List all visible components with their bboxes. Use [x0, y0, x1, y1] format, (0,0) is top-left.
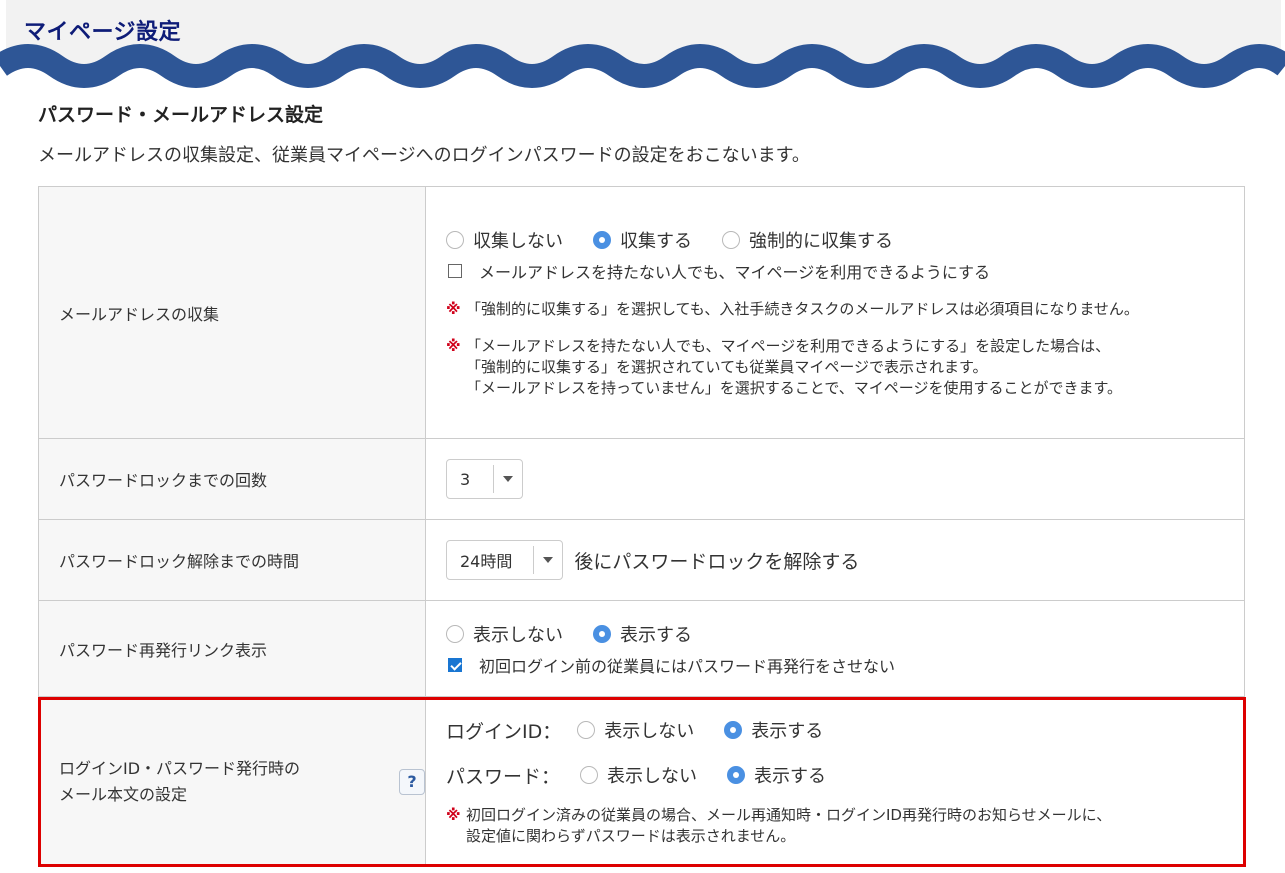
radio-circle[interactable]	[446, 624, 464, 643]
note-mark: ※	[446, 299, 461, 318]
row-label: パスワード再発行リンク表示	[38, 600, 426, 697]
radio-circle[interactable]	[446, 230, 464, 249]
radio-circle-selected[interactable]	[593, 230, 611, 249]
note-line: 設定値に関わらずパスワードは表示されません。	[466, 826, 796, 845]
select-value: 3	[460, 469, 471, 489]
label-line: メール本文の設定	[59, 784, 188, 804]
radio-collect[interactable]: 収集する	[593, 227, 692, 253]
row-login-mail-settings: ログインID・パスワード発行時の メール本文の設定 ? ログインID： 表示しな…	[38, 696, 1245, 867]
note-mark: ※	[446, 805, 461, 824]
radio-collect-forced[interactable]: 強制的に収集する	[722, 227, 893, 253]
radio-reissue-hide[interactable]: 表示しない	[446, 621, 563, 647]
section-title: パスワード・メールアドレス設定	[38, 104, 324, 126]
radio-circle[interactable]	[722, 230, 740, 249]
radio-collect-none[interactable]: 収集しない	[446, 227, 563, 253]
radio-label: 表示しない	[604, 721, 695, 742]
row-label: メールアドレスの収集	[38, 186, 426, 439]
chevron-down-icon[interactable]	[494, 460, 522, 498]
note-forced-collection: ※ 「強制的に収集する」を選択しても、入社手続きタスクのメールアドレスは必須項目…	[446, 299, 1214, 320]
select-value: 24時間	[460, 552, 513, 571]
row-email-collection: メールアドレスの収集 収集しない 収集する 強制的に収集する メールアドレスを持	[38, 186, 1245, 439]
checkbox-box-checked[interactable]	[448, 657, 462, 672]
note-text: 「メールアドレスを持たない人でも、マイページを利用できるようにする」を設定した場…	[466, 336, 1214, 399]
radio-label: 収集しない	[473, 230, 563, 252]
lock-count-select[interactable]: 3	[446, 459, 523, 499]
checkbox-label: 初回ログイン前の従業員にはパスワード再発行をさせない	[479, 656, 896, 676]
radio-circle-selected[interactable]	[593, 624, 611, 643]
section-description: メールアドレスの収集設定、従業員マイページへのログインパスワードの設定をおこない…	[38, 145, 810, 166]
note-mark: ※	[446, 336, 461, 355]
checkbox-allow-no-email[interactable]: メールアドレスを持たない人でも、マイページを利用できるようにする	[448, 259, 1214, 283]
row-value: ログインID： 表示しない 表示する パスワード： 表示しない 表示する ※ 初…	[425, 696, 1245, 867]
row-value: 収集しない 収集する 強制的に収集する メールアドレスを持たない人でも、マイペー…	[425, 186, 1245, 439]
wave-decoration	[0, 44, 1285, 88]
note-password-hidden: ※ 初回ログイン済みの従業員の場合、メール再通知時・ログインID再発行時のお知ら…	[446, 805, 1214, 847]
radio-reissue-show[interactable]: 表示する	[593, 621, 692, 647]
row-label-cell: ログインID・パスワード発行時の メール本文の設定 ?	[38, 696, 426, 867]
note-no-email: ※ 「メールアドレスを持たない人でも、マイページを利用できるようにする」を設定し…	[446, 336, 1214, 399]
radio-login-id-hide[interactable]: 表示しない	[577, 717, 694, 743]
label-line: ログインID・パスワード発行時の	[59, 758, 301, 778]
row-lock-time: パスワードロック解除までの時間 24時間 後にパスワードロックを解除する	[38, 519, 1245, 601]
row-label: ログインID・パスワード発行時の メール本文の設定	[59, 756, 377, 808]
radio-login-id-show[interactable]: 表示する	[724, 717, 823, 743]
row-label: パスワードロックまでの回数	[38, 438, 426, 520]
row-value: 表示しない 表示する 初回ログイン前の従業員にはパスワード再発行をさせない	[425, 600, 1245, 697]
checkbox-label: メールアドレスを持たない人でも、マイページを利用できるようにする	[479, 262, 991, 282]
row-value: 24時間 後にパスワードロックを解除する	[425, 519, 1245, 601]
row-value: 3	[425, 438, 1245, 520]
radio-label: 表示する	[754, 766, 826, 787]
radio-label: 表示しない	[607, 766, 697, 787]
chevron-down-icon[interactable]	[534, 541, 562, 579]
row-reissue-link: パスワード再発行リンク表示 表示しない 表示する 初回ログイン前の従業員にはパス…	[38, 600, 1245, 697]
radio-label: 表示しない	[473, 624, 563, 646]
radio-label: 強制的に収集する	[749, 230, 893, 252]
radio-circle[interactable]	[577, 721, 596, 739]
note-line: 初回ログイン済みの従業員の場合、メール再通知時・ログインID再発行時のお知らせメ…	[466, 805, 1112, 824]
checkbox-no-reissue-before-login[interactable]: 初回ログイン前の従業員にはパスワード再発行をさせない	[448, 653, 1214, 677]
reissue-radio-group: 表示しない 表示する	[446, 621, 1214, 647]
radio-label: 収集する	[620, 230, 692, 252]
radio-label: 表示する	[620, 624, 692, 646]
note-line: 「メールアドレスを持たない人でも、マイページを利用できるようにする」を設定した場…	[466, 336, 1111, 355]
password-label: パスワード：	[446, 765, 561, 788]
row-label-wrap: ログインID・パスワード発行時の メール本文の設定 ?	[59, 756, 425, 808]
radio-password-hide[interactable]: 表示しない	[580, 762, 697, 788]
lock-time-suffix: 後にパスワードロックを解除する	[574, 550, 860, 573]
note-text: 「強制的に収集する」を選択しても、入社手続きタスクのメールアドレスは必須項目にな…	[466, 299, 1139, 318]
radio-circle[interactable]	[580, 766, 598, 784]
checkbox-box[interactable]	[448, 263, 462, 278]
login-id-label: ログインID：	[446, 720, 562, 743]
radio-circle-selected[interactable]	[724, 721, 743, 739]
settings-table: メールアドレスの収集 収集しない 収集する 強制的に収集する メールアドレスを持	[38, 186, 1245, 867]
row-label: パスワードロック解除までの時間	[38, 519, 426, 601]
help-icon[interactable]: ?	[399, 768, 425, 795]
radio-label: 表示する	[751, 721, 824, 742]
radio-password-show[interactable]: 表示する	[727, 762, 826, 788]
note-line: 「強制的に収集する」を選択されていても従業員マイページで表示されます。	[466, 357, 988, 376]
lock-time-select[interactable]: 24時間	[446, 540, 563, 580]
email-collection-radio-group: 収集しない 収集する 強制的に収集する	[446, 227, 1214, 253]
note-line: 「メールアドレスを持っていません」を選択することで、マイページを使用することがで…	[466, 378, 1122, 397]
row-lock-count: パスワードロックまでの回数 3	[38, 438, 1245, 520]
radio-circle-selected[interactable]	[727, 766, 745, 784]
password-setting: パスワード： 表示しない 表示する	[446, 762, 1214, 789]
login-id-setting: ログインID： 表示しない 表示する	[446, 717, 1214, 744]
note-text: 初回ログイン済みの従業員の場合、メール再通知時・ログインID再発行時のお知らせメ…	[466, 805, 1214, 847]
